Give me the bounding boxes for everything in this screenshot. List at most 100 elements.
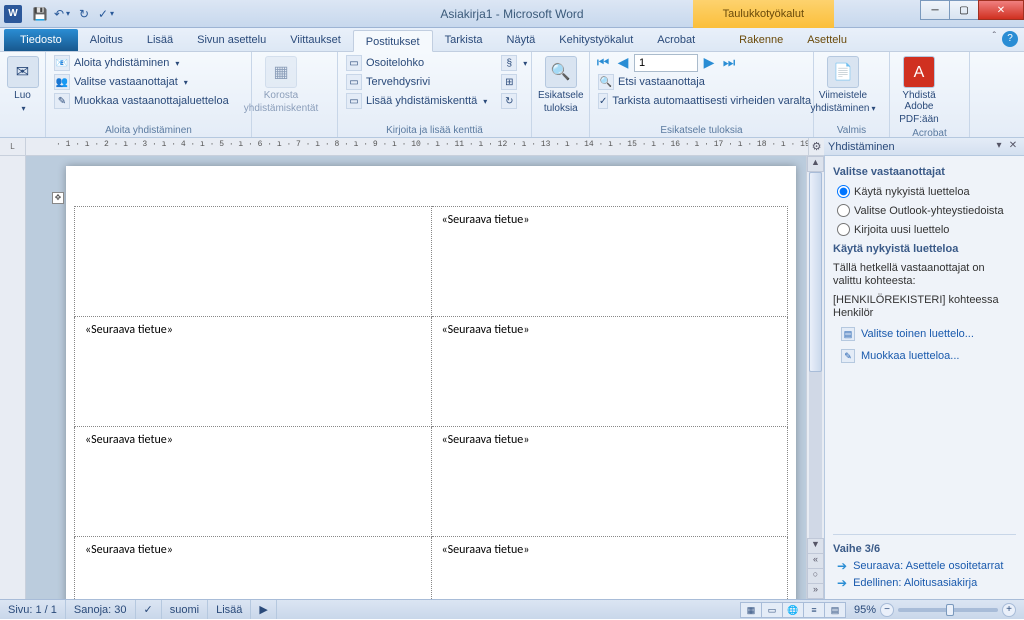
qat-custom-icon[interactable]: ✓▾ bbox=[96, 4, 116, 24]
envelope-icon: ✉ bbox=[7, 56, 39, 88]
taskpane-close-icon[interactable]: ✕ bbox=[1006, 140, 1020, 154]
tab-selector[interactable]: L bbox=[0, 138, 26, 155]
tab-home[interactable]: Aloitus bbox=[78, 29, 135, 51]
label-cell[interactable]: «Seuraava tietue» bbox=[431, 537, 788, 600]
record-number-input[interactable] bbox=[634, 54, 698, 72]
insert-merge-field-button[interactable]: ▭Lisää yhdistämiskenttä▾ bbox=[342, 92, 491, 110]
ruler-toggle-icon[interactable]: ⚙ bbox=[808, 138, 824, 155]
label-cell[interactable]: «Seuraava tietue» bbox=[431, 427, 788, 537]
prev-page-button[interactable]: « bbox=[807, 553, 824, 569]
first-record-button[interactable]: ⏮ bbox=[594, 54, 612, 72]
radio-outlook-input[interactable] bbox=[837, 204, 850, 217]
horizontal-ruler[interactable]: · 1 · ı · 2 · ı · 3 · ı · 4 · ı · 5 · ı … bbox=[26, 138, 808, 155]
file-tab[interactable]: Tiedosto bbox=[4, 29, 78, 51]
status-word-count[interactable]: Sanoja: 30 bbox=[66, 600, 136, 619]
status-language[interactable]: suomi bbox=[162, 600, 208, 619]
view-outline[interactable]: ≡ bbox=[803, 602, 825, 618]
label-cell[interactable]: «Seuraava tietue» bbox=[431, 317, 788, 427]
radio-use-existing[interactable]: Käytä nykyistä luetteloa bbox=[837, 185, 1016, 198]
merge-to-pdf-button[interactable]: AYhdistä AdobePDF:ään bbox=[894, 54, 944, 127]
tab-developer[interactable]: Kehitystyökalut bbox=[547, 29, 645, 51]
mail-merge-taskpane: Valitse vastaanottajat Käytä nykyistä lu… bbox=[824, 156, 1024, 599]
find-recipient-button[interactable]: 🔍Etsi vastaanottaja bbox=[594, 73, 809, 91]
zoom-slider[interactable] bbox=[898, 608, 998, 612]
link-select-other-list[interactable]: ▤Valitse toinen luettelo... bbox=[841, 327, 1016, 341]
scroll-down-button[interactable]: ▼ bbox=[807, 538, 824, 554]
zoom-thumb[interactable] bbox=[946, 604, 954, 616]
tab-review[interactable]: Tarkista bbox=[433, 29, 495, 51]
link-next-step[interactable]: ➔Seuraava: Asettele osoitetarrat bbox=[837, 559, 1016, 573]
link-prev-step[interactable]: ➔Edellinen: Aloitusasiakirja bbox=[837, 576, 1016, 590]
radio-use-existing-input[interactable] bbox=[837, 185, 850, 198]
tab-mailings[interactable]: Postitukset bbox=[353, 30, 433, 52]
tab-insert[interactable]: Lisää bbox=[135, 29, 185, 51]
edit-recipient-list-button[interactable]: ✎Muokkaa vastaanottajaluetteloa bbox=[50, 92, 233, 110]
view-full-screen[interactable]: ▭ bbox=[761, 602, 783, 618]
minimize-ribbon-icon[interactable]: ˆ bbox=[993, 31, 996, 47]
tab-acrobat[interactable]: Acrobat bbox=[645, 29, 707, 51]
ribbon-tabs: Tiedosto Aloitus Lisää Sivun asettelu Vi… bbox=[0, 28, 1024, 52]
help-icon[interactable]: ? bbox=[1002, 31, 1018, 47]
label-cell[interactable]: «Seuraava tietue» bbox=[75, 427, 432, 537]
tab-references[interactable]: Viittaukset bbox=[278, 29, 353, 51]
vertical-scrollbar[interactable]: ▲ ▼ « ○ » bbox=[806, 156, 824, 599]
tab-page-layout[interactable]: Sivun asettelu bbox=[185, 29, 278, 51]
close-button[interactable]: ✕ bbox=[978, 0, 1024, 20]
vertical-ruler[interactable] bbox=[0, 156, 26, 599]
scroll-up-button[interactable]: ▲ bbox=[807, 156, 824, 172]
tp-step-label: Vaihe 3/6 bbox=[833, 543, 1016, 555]
label-cell[interactable]: «Seuraava tietue» bbox=[431, 207, 788, 317]
status-proofing[interactable]: ✓ bbox=[136, 600, 162, 619]
table-move-handle[interactable]: ✥ bbox=[52, 192, 64, 204]
label-cell[interactable]: «Seuraava tietue» bbox=[75, 537, 432, 600]
create-button[interactable]: ✉Luo▾ bbox=[4, 54, 41, 116]
greeting-line-button[interactable]: ▭Tervehdysrivi bbox=[342, 73, 491, 91]
label-table: «Seuraava tietue» «Seuraava tietue» «Seu… bbox=[74, 206, 788, 599]
radio-new-list[interactable]: Kirjoita uusi luettelo bbox=[837, 223, 1016, 236]
label-cell[interactable]: «Seuraava tietue» bbox=[75, 317, 432, 427]
ruler-row: L · 1 · ı · 2 · ı · 3 · ı · 4 · ı · 5 · … bbox=[0, 138, 1024, 156]
radio-outlook[interactable]: Valitse Outlook-yhteystiedoista bbox=[837, 204, 1016, 217]
match-fields-button[interactable]: ⊞ bbox=[497, 73, 531, 91]
status-page[interactable]: Sivu: 1 / 1 bbox=[0, 600, 66, 619]
status-insert-mode[interactable]: Lisää bbox=[208, 600, 251, 619]
next-record-button[interactable]: ▶ bbox=[700, 54, 718, 72]
zoom-level[interactable]: 95% bbox=[854, 604, 876, 616]
zoom-out-button[interactable]: − bbox=[880, 603, 894, 617]
save-icon[interactable]: 💾 bbox=[30, 4, 50, 24]
rules-button[interactable]: §▾ bbox=[497, 54, 531, 72]
next-page-button[interactable]: » bbox=[807, 583, 824, 599]
auto-check-errors-button[interactable]: ✓Tarkista automaattisesti virheiden vara… bbox=[594, 92, 809, 110]
minimize-button[interactable]: ─ bbox=[920, 0, 950, 20]
finish-merge-button[interactable]: 📄Viimeisteleyhdistäminen▾ bbox=[818, 54, 868, 116]
zoom-in-button[interactable]: + bbox=[1002, 603, 1016, 617]
preview-results-button[interactable]: 🔍Esikatseletuloksia bbox=[536, 54, 586, 116]
maximize-button[interactable]: ▢ bbox=[949, 0, 979, 20]
document-area[interactable]: ✥ «Seuraava tietue» «Seuraava tietue» «S… bbox=[26, 156, 806, 599]
taskpane-menu-icon[interactable]: ▾ bbox=[992, 140, 1006, 154]
last-record-button[interactable]: ⏭ bbox=[720, 54, 738, 72]
prev-record-button[interactable]: ◀ bbox=[614, 54, 632, 72]
tab-view[interactable]: Näytä bbox=[495, 29, 548, 51]
start-mail-merge-button[interactable]: 📧Aloita yhdistäminen▾ bbox=[50, 54, 233, 72]
tab-table-layout[interactable]: Asettelu bbox=[795, 29, 859, 51]
greeting-icon: ▭ bbox=[346, 74, 362, 90]
link-edit-list[interactable]: ✎Muokkaa luetteloa... bbox=[841, 349, 1016, 363]
update-labels-button[interactable]: ↻ bbox=[497, 92, 531, 110]
address-block-button[interactable]: ▭Osoitelohko bbox=[342, 54, 491, 72]
radio-new-list-input[interactable] bbox=[837, 223, 850, 236]
address-icon: ▭ bbox=[346, 55, 362, 71]
scroll-thumb[interactable] bbox=[809, 172, 822, 372]
browse-object-button[interactable]: ○ bbox=[807, 568, 824, 584]
tab-table-design[interactable]: Rakenne bbox=[727, 29, 795, 51]
view-print-layout[interactable]: ▦ bbox=[740, 602, 762, 618]
undo-icon[interactable]: ↶▾ bbox=[52, 4, 72, 24]
edit-icon: ✎ bbox=[54, 93, 70, 109]
select-recipients-button[interactable]: 👥Valitse vastaanottajat▾ bbox=[50, 73, 233, 91]
redo-icon[interactable]: ↻ bbox=[74, 4, 94, 24]
view-web-layout[interactable]: 🌐 bbox=[782, 602, 804, 618]
label-cell[interactable] bbox=[75, 207, 432, 317]
scroll-track[interactable] bbox=[809, 172, 822, 539]
status-macro[interactable]: ▶ bbox=[251, 600, 276, 619]
view-draft[interactable]: ▤ bbox=[824, 602, 846, 618]
